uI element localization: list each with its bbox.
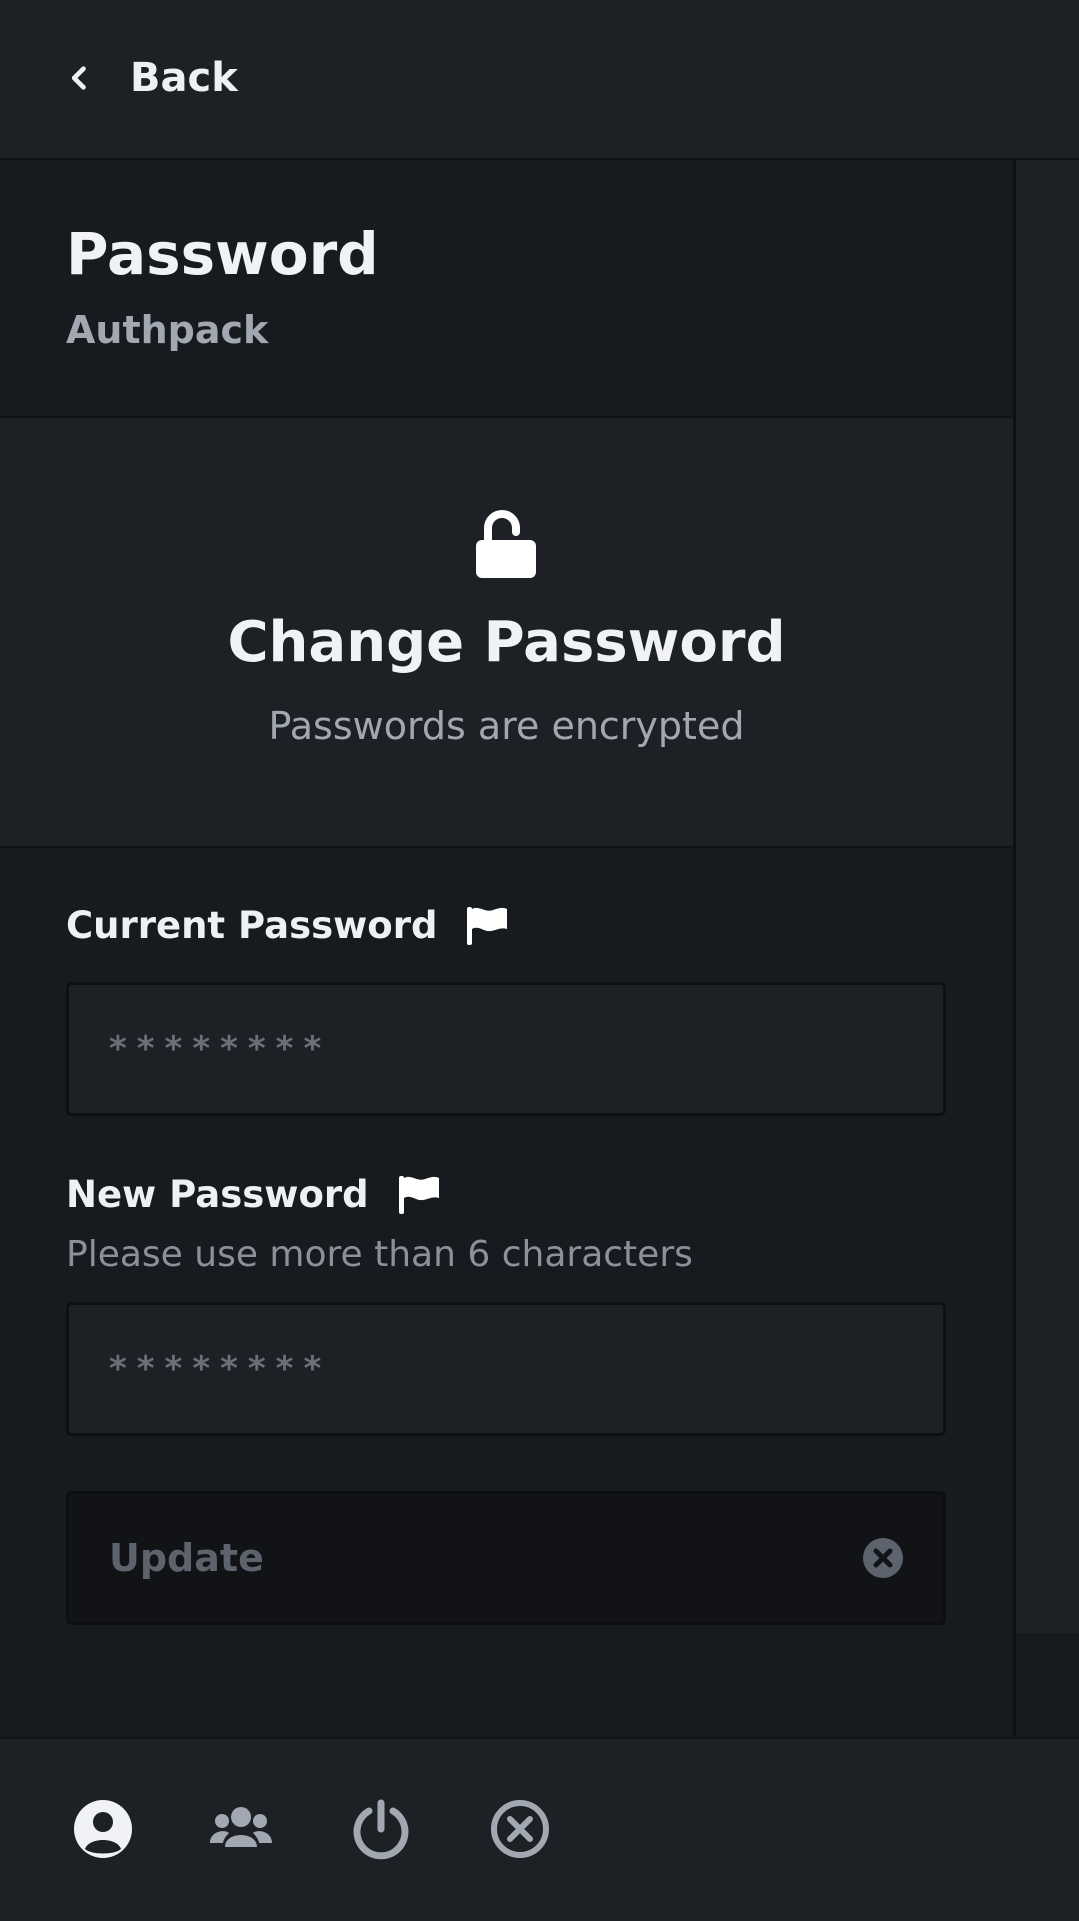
new-password-input[interactable] bbox=[66, 1302, 946, 1436]
bottom-nav bbox=[0, 1737, 1079, 1921]
close-circle-outline-icon bbox=[491, 1800, 549, 1858]
change-password-hero: Change Password Passwords are encrypted bbox=[0, 418, 1013, 848]
nav-close-button[interactable] bbox=[483, 1795, 557, 1863]
page-subtitle: Authpack bbox=[66, 308, 269, 352]
update-button[interactable]: Update bbox=[66, 1491, 946, 1625]
current-password-input[interactable] bbox=[66, 982, 946, 1116]
page-header: Password Authpack bbox=[0, 160, 1013, 418]
nav-account-button[interactable] bbox=[66, 1795, 140, 1863]
side-panel-edge-bottom bbox=[1013, 1633, 1079, 1737]
top-bar: Back bbox=[0, 0, 1079, 160]
chevron-left-icon bbox=[71, 66, 86, 90]
back-label: Back bbox=[130, 55, 238, 101]
power-icon bbox=[353, 1799, 409, 1860]
nav-logout-button[interactable] bbox=[344, 1795, 418, 1863]
new-password-hint: Please use more than 6 characters bbox=[66, 1234, 693, 1275]
change-password-form: Current Password New Password Please use… bbox=[0, 848, 1013, 1737]
back-button[interactable]: Back bbox=[66, 48, 238, 108]
new-password-label-text: New Password bbox=[66, 1173, 369, 1216]
current-password-label-text: Current Password bbox=[66, 904, 438, 947]
hero-title: Change Password bbox=[227, 610, 786, 675]
user-circle-icon bbox=[74, 1800, 132, 1858]
flag-icon bbox=[398, 1175, 439, 1214]
close-circle-icon bbox=[863, 1538, 903, 1578]
nav-teams-button[interactable] bbox=[204, 1795, 278, 1863]
flag-icon bbox=[467, 906, 508, 945]
update-button-label: Update bbox=[109, 1536, 264, 1580]
users-icon bbox=[210, 1807, 272, 1847]
page-title: Password bbox=[66, 220, 379, 288]
current-password-label: Current Password bbox=[66, 904, 509, 947]
side-panel-edge bbox=[1013, 160, 1079, 1633]
hero-subtitle: Passwords are encrypted bbox=[268, 704, 745, 748]
new-password-label: New Password bbox=[66, 1173, 441, 1216]
lock-open-icon bbox=[476, 510, 536, 578]
